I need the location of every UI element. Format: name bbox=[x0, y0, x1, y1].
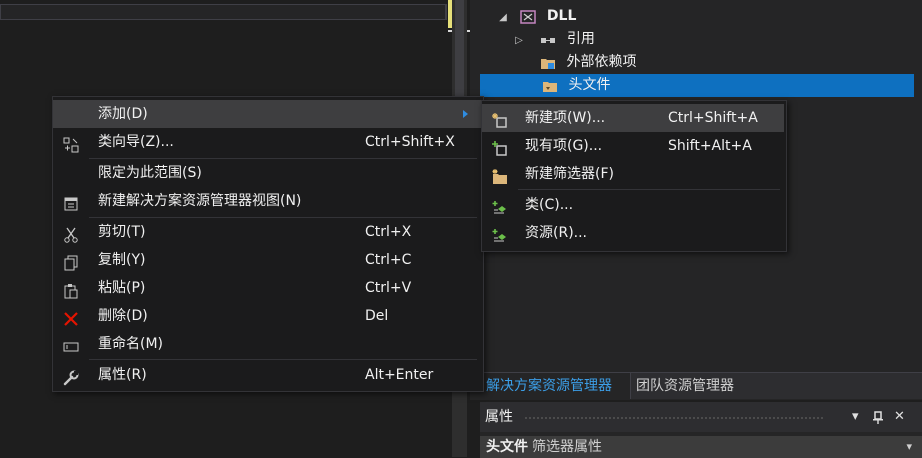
tree-item-label: 引用 bbox=[566, 31, 595, 47]
panel-dropdown-icon[interactable]: ▾ bbox=[852, 402, 859, 432]
menu-item-label: 删除(D) bbox=[98, 308, 148, 324]
menu-item-properties[interactable]: 属性(R) Alt+Enter bbox=[53, 361, 481, 389]
menu-item-label: 粘贴(P) bbox=[98, 280, 146, 296]
menu-item-shortcut: Ctrl+Shift+A bbox=[668, 110, 758, 126]
properties-title: 属性 bbox=[485, 409, 513, 425]
tree-item-external-dependencies[interactable]: 外部依赖项 bbox=[540, 51, 910, 74]
menu-item-rename[interactable]: 重命名(M) bbox=[53, 330, 481, 358]
submenu-item-class[interactable]: 类(C)... bbox=[482, 191, 784, 219]
menu-item-shortcut: Ctrl+V bbox=[365, 280, 412, 296]
add-class-icon bbox=[492, 198, 508, 214]
pin-icon[interactable] bbox=[872, 402, 884, 432]
context-menu: 添加(D) 类向导(Z)... Ctrl+Shift+X 限定为此范围(S) 新… bbox=[52, 96, 484, 392]
submenu-item-new-filter[interactable]: 新建筛选器(F) bbox=[482, 160, 784, 188]
menu-item-shortcut: Ctrl+C bbox=[365, 252, 412, 268]
menu-item-shortcut: Alt+Enter bbox=[365, 367, 434, 383]
properties-panel: 属性 ▾ ✕ 头文件 筛选器属性 ▾ bbox=[480, 402, 922, 458]
menu-item-copy[interactable]: 复制(Y) Ctrl+C bbox=[53, 246, 481, 274]
selected-object-name: 头文件 bbox=[486, 439, 528, 455]
add-submenu: 新建项(W)... Ctrl+Shift+A 现有项(G)... Shift+A… bbox=[481, 100, 787, 252]
add-existing-item-icon bbox=[492, 139, 508, 156]
selected-object-type: 筛选器属性 bbox=[532, 439, 602, 455]
menu-item-label: 限定为此范围(S) bbox=[98, 165, 202, 181]
menu-item-paste[interactable]: 粘贴(P) Ctrl+V bbox=[53, 274, 481, 302]
menu-item-label: 类(C)... bbox=[525, 197, 574, 213]
new-item-icon bbox=[492, 111, 508, 128]
project-icon bbox=[520, 9, 537, 24]
menu-item-new-explorer-view[interactable]: 新建解决方案资源管理器视图(N) bbox=[53, 187, 481, 215]
submenu-item-existing-item[interactable]: 现有项(G)... Shift+Alt+A bbox=[482, 132, 784, 160]
properties-object-selector[interactable]: 头文件 筛选器属性 ▾ bbox=[480, 436, 922, 458]
collapsed-triangle-icon[interactable]: ▷ bbox=[512, 29, 526, 52]
copy-icon bbox=[63, 253, 79, 271]
tree-item-dll[interactable]: ◢ DLL bbox=[496, 5, 916, 28]
menu-item-shortcut: Del bbox=[365, 308, 389, 324]
menu-item-label: 复制(Y) bbox=[98, 252, 146, 268]
new-view-icon bbox=[63, 194, 79, 211]
menu-separator bbox=[89, 359, 477, 360]
menu-item-shortcut: Ctrl+X bbox=[365, 224, 412, 240]
menu-separator bbox=[518, 189, 780, 190]
new-filter-folder-icon bbox=[492, 167, 508, 184]
tree-item-label: 头文件 bbox=[568, 77, 611, 93]
tab-team-explorer[interactable]: 团队资源管理器 bbox=[630, 373, 772, 399]
menu-item-delete[interactable]: 删除(D) Del bbox=[53, 302, 481, 330]
menu-item-scope-to-this[interactable]: 限定为此范围(S) bbox=[53, 159, 481, 187]
submenu-item-new-item[interactable]: 新建项(W)... Ctrl+Shift+A bbox=[482, 104, 784, 132]
external-folder-icon bbox=[540, 55, 556, 69]
scissors-icon bbox=[63, 225, 79, 243]
menu-item-shortcut: Shift+Alt+A bbox=[668, 138, 752, 154]
submenu-arrow-icon bbox=[463, 110, 468, 118]
menu-item-label: 重命名(M) bbox=[98, 336, 164, 352]
tree-item-label: DLL bbox=[546, 8, 577, 24]
filter-folder-icon bbox=[542, 78, 558, 92]
panel-tab-strip: 解决方案资源管理器 团队资源管理器 bbox=[480, 372, 922, 399]
menu-item-cut[interactable]: 剪切(T) Ctrl+X bbox=[53, 218, 481, 246]
class-wizard-icon bbox=[63, 135, 79, 153]
menu-item-label: 类向导(Z)... bbox=[98, 134, 174, 150]
tab-solution-explorer[interactable]: 解决方案资源管理器 bbox=[480, 373, 631, 399]
menu-item-label: 新建解决方案资源管理器视图(N) bbox=[98, 193, 302, 209]
menu-item-class-wizard[interactable]: 类向导(Z)... Ctrl+Shift+X bbox=[53, 128, 481, 156]
rename-icon bbox=[63, 337, 79, 353]
editor-navigation-bar[interactable] bbox=[0, 4, 446, 20]
paste-icon bbox=[63, 281, 79, 299]
menu-item-label: 现有项(G)... bbox=[525, 138, 603, 154]
menu-item-label: 资源(R)... bbox=[525, 225, 588, 241]
menu-item-label: 新建筛选器(F) bbox=[525, 166, 614, 182]
submenu-item-resource[interactable]: 资源(R)... bbox=[482, 219, 784, 247]
menu-item-label: 属性(R) bbox=[98, 367, 147, 383]
menu-item-label: 剪切(T) bbox=[98, 224, 146, 240]
menu-item-label: 新建项(W)... bbox=[525, 110, 606, 126]
expanded-triangle-icon[interactable]: ◢ bbox=[496, 6, 510, 29]
wrench-icon bbox=[63, 368, 79, 386]
menu-item-label: 添加(D) bbox=[98, 106, 148, 122]
add-resource-icon bbox=[492, 226, 508, 242]
grip-dots[interactable] bbox=[524, 416, 824, 420]
menu-item-shortcut: Ctrl+Shift+X bbox=[365, 134, 455, 150]
menu-item-add[interactable]: 添加(D) bbox=[53, 100, 481, 128]
delete-x-icon bbox=[63, 309, 79, 326]
references-icon bbox=[540, 32, 556, 46]
close-icon[interactable]: ✕ bbox=[894, 402, 905, 432]
chevron-down-icon[interactable]: ▾ bbox=[906, 436, 912, 458]
tree-item-label: 外部依赖项 bbox=[566, 54, 637, 70]
tree-item-header-files[interactable]: 头文件 bbox=[480, 74, 914, 97]
tree-item-references[interactable]: ▷ 引用 bbox=[512, 28, 912, 51]
